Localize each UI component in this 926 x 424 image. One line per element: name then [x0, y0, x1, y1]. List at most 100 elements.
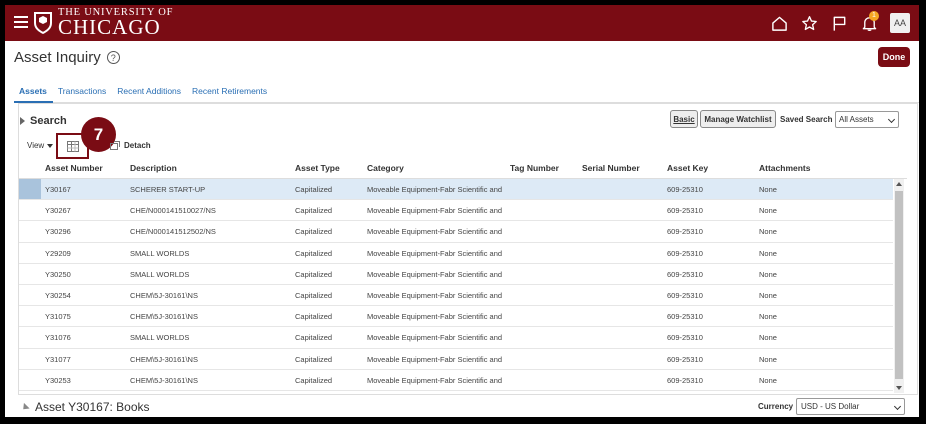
col-header-serial-number[interactable]: Serial Number: [582, 163, 640, 173]
asset-books-title: Asset Y30167: Books: [35, 400, 150, 414]
help-icon[interactable]: ?: [106, 51, 120, 64]
cell-asset-type: Capitalized: [295, 375, 333, 385]
cell-asset-number: Y30254: [45, 290, 71, 300]
detach-button[interactable]: Detach: [110, 141, 151, 150]
bell-icon[interactable]: 1: [854, 5, 884, 41]
table-row[interactable]: Y31076 SMALL WORLDS Capitalized Moveable Eq…: [19, 327, 893, 349]
logo-line-2: CHICAGO: [58, 15, 161, 40]
expand-triangle-icon: [20, 117, 25, 125]
cell-category: Moveable Equipment-Fabr Scientific and: [367, 375, 503, 385]
cell-asset-key: 609-25310: [667, 185, 703, 194]
table-row[interactable]: Y30296 CHE/N000141512502/NS Capitalized Mov…: [19, 221, 893, 243]
cell-asset-type: Capitalized: [295, 312, 333, 322]
cell-attachments: None: [759, 354, 777, 364]
scrollbar-thumb[interactable]: [895, 191, 903, 379]
home-icon[interactable]: [764, 5, 794, 41]
view-menu[interactable]: View: [27, 141, 54, 150]
cell-asset-number: Y31076: [45, 333, 71, 343]
row-selector[interactable]: [19, 179, 41, 200]
cell-description: CHE/N000141510027/NS: [130, 206, 216, 216]
tab-transactions[interactable]: Transactions: [53, 81, 112, 103]
cell-asset-number: Y31077: [45, 354, 71, 364]
assets-table-body: Y30167 SCHERER START-UP Capitalized Moveabl…: [19, 179, 893, 391]
view-menu-label: View: [27, 141, 45, 150]
flag-icon[interactable]: [824, 5, 854, 41]
cell-asset-type: Capitalized: [295, 227, 333, 237]
row-selector[interactable]: [19, 327, 41, 347]
cell-category: Moveable Equipment-Fabr Scientific and: [367, 248, 503, 258]
notification-badge: 1: [869, 11, 879, 21]
table-row[interactable]: Y30250 SMALL WORLDS Capitalized Moveable Eq…: [19, 264, 893, 285]
cell-asset-type: Capitalized: [295, 248, 333, 258]
tab-assets[interactable]: Assets: [14, 81, 53, 103]
cell-attachments: None: [759, 185, 777, 194]
user-avatar[interactable]: AA: [890, 13, 910, 33]
row-selector[interactable]: [19, 221, 41, 241]
row-selector[interactable]: [19, 370, 41, 390]
row-selector[interactable]: [19, 306, 41, 326]
col-header-asset-key[interactable]: Asset Key: [667, 163, 708, 173]
saved-search-value: All Assets: [839, 115, 874, 124]
col-header-attachments[interactable]: Attachments: [759, 163, 810, 173]
cell-asset-key: 609-25310: [667, 248, 703, 258]
row-selector[interactable]: [19, 285, 41, 305]
cell-attachments: None: [759, 312, 777, 322]
cell-asset-key: 609-25310: [667, 333, 703, 343]
table-scrollbar[interactable]: [894, 179, 904, 393]
cell-asset-key: 609-25310: [667, 312, 703, 322]
col-header-tag-number[interactable]: Tag Number: [510, 163, 559, 173]
row-selector[interactable]: [19, 243, 41, 263]
row-selector[interactable]: [19, 349, 41, 369]
row-selector[interactable]: [19, 264, 41, 284]
cell-description: CHEM\5J-30161\NS: [130, 312, 198, 322]
col-header-asset-type[interactable]: Asset Type: [295, 163, 340, 173]
tab-recent-retirements[interactable]: Recent Retirements: [187, 81, 273, 103]
scroll-up-arrow-icon[interactable]: [896, 182, 902, 186]
asset-books-section-header[interactable]: Asset Y30167: Books: [20, 400, 150, 414]
detach-icon: [110, 141, 120, 150]
university-logo[interactable]: THE UNIVERSITY OF CHICAGO: [33, 7, 173, 40]
collapse-triangle-icon: [20, 402, 30, 412]
cell-asset-key: 609-25310: [667, 227, 703, 237]
global-header: THE UNIVERSITY OF CHICAGO 1 AA: [5, 5, 919, 41]
currency-value: USD - US Dollar: [801, 402, 860, 411]
cell-attachments: None: [759, 227, 777, 237]
cell-category: Moveable Equipment-Fabr Scientific and: [367, 312, 503, 322]
cell-category: Moveable Equipment-Fabr Scientific and: [367, 333, 503, 343]
table-row[interactable]: Y30254 CHEM\5J-30161\NS Capitalized Moveabl…: [19, 285, 893, 307]
table-row[interactable]: Y29209 SMALL WORLDS Capitalized Moveable Eq…: [19, 243, 893, 264]
star-icon[interactable]: [794, 5, 824, 41]
table-row[interactable]: Y30167 SCHERER START-UP Capitalized Moveabl…: [19, 179, 893, 201]
currency-select[interactable]: USD - US Dollar: [796, 398, 905, 415]
cell-attachments: None: [759, 290, 777, 300]
manage-watchlist-button[interactable]: Manage Watchlist: [700, 110, 776, 128]
table-row[interactable]: Y31077 CHEM\5J-30161\NS Capitalized Moveabl…: [19, 349, 893, 370]
done-button[interactable]: Done: [878, 47, 910, 67]
col-header-category[interactable]: Category: [367, 163, 404, 173]
cell-description: CHE/N000141512502/NS: [130, 227, 216, 237]
chevron-down-icon: [887, 115, 896, 124]
table-row[interactable]: Y30267 CHE/N000141510027/NS Capitalized Mov…: [19, 200, 893, 222]
basic-search-button[interactable]: Basic: [670, 110, 698, 128]
scroll-down-arrow-icon[interactable]: [896, 386, 902, 390]
saved-search-select[interactable]: All Assets: [835, 111, 899, 128]
cell-attachments: None: [759, 248, 777, 258]
table-row[interactable]: Y31075 CHEM\5J-30161\NS Capitalized Moveabl…: [19, 306, 893, 328]
cell-category: Moveable Equipment-Fabr Scientific and: [367, 354, 503, 364]
col-header-asset-number[interactable]: Asset Number: [45, 163, 103, 173]
search-disclosure[interactable]: Search: [20, 115, 67, 127]
tab-recent-additions[interactable]: Recent Additions: [112, 81, 187, 103]
table-row[interactable]: Y30253 CHEM\5J-30161\NS Capitalized Moveabl…: [19, 370, 893, 391]
cell-asset-key: 609-25310: [667, 354, 703, 364]
row-selector[interactable]: [19, 200, 41, 220]
cell-asset-type: Capitalized: [295, 269, 333, 279]
cell-description: CHEM\5J-30161\NS: [130, 290, 198, 300]
saved-search-label: Saved Search: [780, 115, 833, 124]
detach-label: Detach: [124, 141, 151, 150]
cell-asset-number: Y30253: [45, 375, 71, 385]
cell-category: Moveable Equipment-Fabr Scientific and: [367, 290, 503, 300]
hamburger-menu-icon[interactable]: [14, 16, 28, 28]
col-header-description[interactable]: Description: [130, 163, 177, 173]
table-header: Asset Number Description Asset Type Cate…: [19, 158, 907, 179]
cell-category: Moveable Equipment-Fabr Scientific and: [367, 269, 503, 279]
